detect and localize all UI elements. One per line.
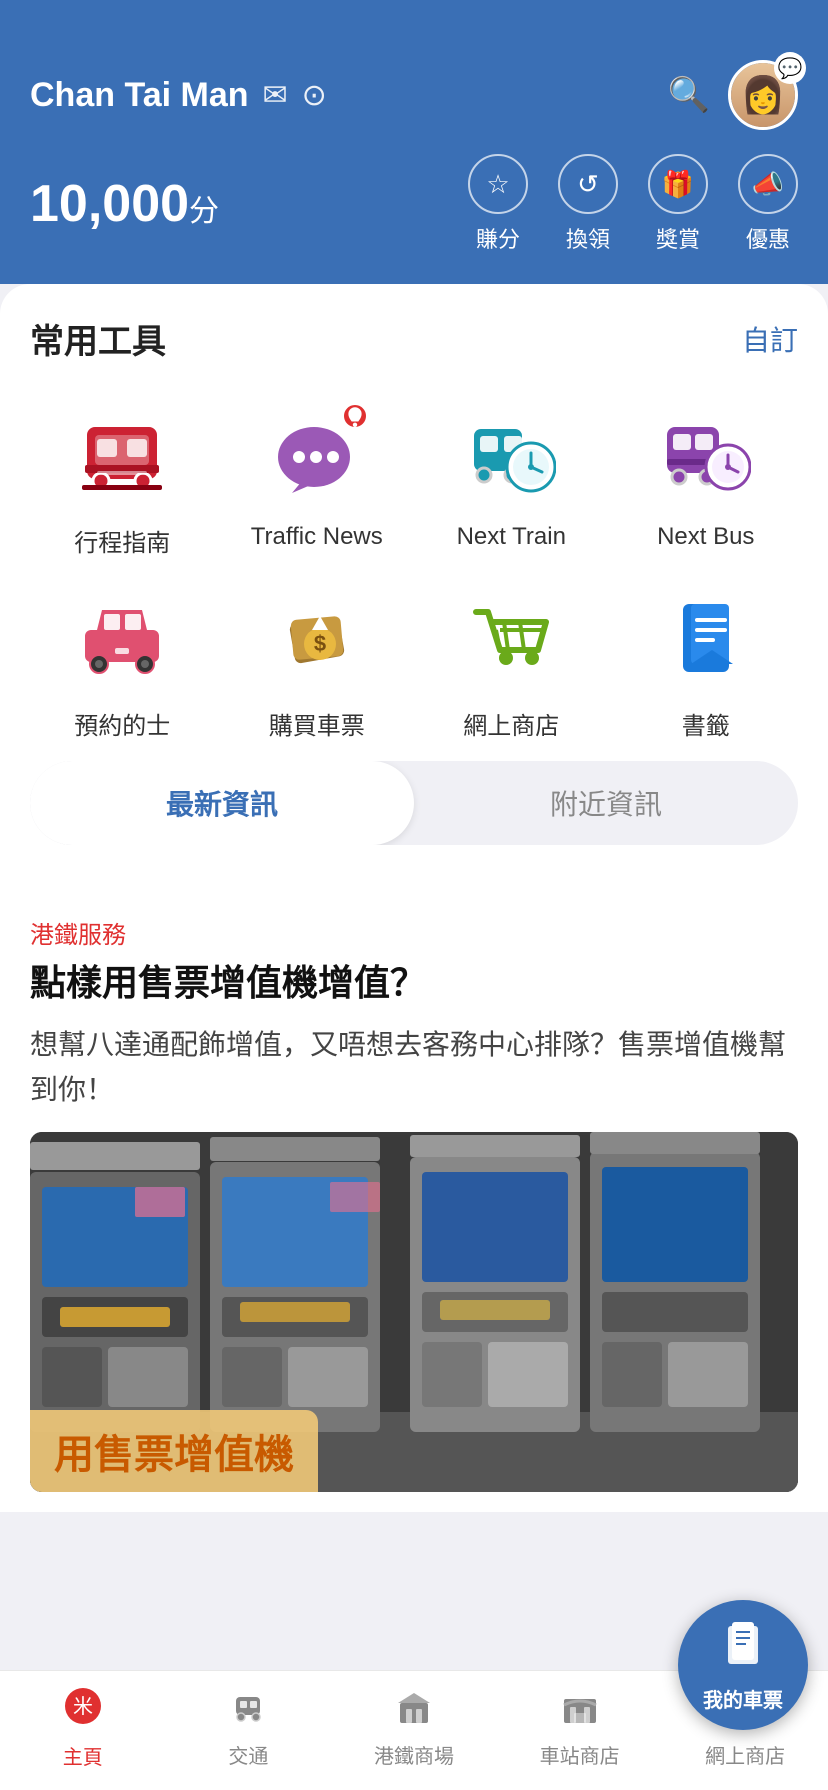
rewards-icon: 🎁 (648, 154, 708, 214)
news-category: 港鐵服務 (30, 915, 798, 950)
customize-button[interactable]: 自訂 (742, 319, 798, 359)
floating-ticket-button[interactable]: 我的車票 (678, 1600, 808, 1730)
tool-traffic-news[interactable]: Traffic News (225, 399, 410, 558)
nav-transport[interactable]: 交通 (166, 1689, 332, 1769)
next-bus-icon-wrap (651, 399, 761, 509)
quick-actions: ☆ 賺分 ↺ 換領 🎁 獎賞 📣 優惠 (468, 154, 798, 254)
header-top: Chan Tai Man ✉ ⊙ 🔍 👩 💬 (30, 60, 798, 130)
news-description: 想幫八達通配飾增值，又唔想去客務中心排隊？售票增值機幫到你！ (30, 1023, 798, 1113)
tools-title: 常用工具 (30, 314, 166, 363)
news-image-overlay: 用售票增值機 (30, 1410, 318, 1492)
points-section: 10,000分 ☆ 賺分 ↺ 換領 🎁 獎賞 📣 優惠 (30, 154, 798, 254)
news-title: 點樣用售票增值機增值？ (30, 960, 798, 1007)
nav-transport-label: 交通 (228, 1740, 268, 1769)
earn-points-action[interactable]: ☆ 賺分 (468, 154, 528, 254)
nav-home-label: 主頁 (63, 1741, 103, 1770)
rewards-action[interactable]: 🎁 獎賞 (648, 154, 708, 254)
ticket-icon (718, 1618, 768, 1678)
journey-icon-wrap (67, 399, 177, 509)
earn-label: 賺分 (476, 222, 520, 254)
news-section: 港鐵服務 點樣用售票增值機增值？ 想幫八達通配飾增值，又唔想去客務中心排隊？售票… (0, 895, 828, 1512)
bookmarks-icon-wrap (651, 582, 761, 692)
mail-icon[interactable]: ✉ (263, 78, 288, 113)
station-shop-icon (562, 1689, 598, 1734)
redeem-action[interactable]: ↺ 換領 (558, 154, 618, 254)
mtr-mall-icon (396, 1689, 432, 1734)
redeem-label: 換領 (566, 222, 610, 254)
nav-mtr-mall[interactable]: 港鐵商場 (331, 1689, 497, 1769)
next-train-icon (466, 409, 556, 499)
tool-journey[interactable]: 行程指南 (30, 399, 215, 558)
news-image-text: 用售票增值機 (54, 1433, 294, 1477)
taxi-label: 預約的士 (74, 706, 170, 741)
tool-online-shop[interactable]: 網上商店 (419, 582, 604, 741)
tools-grid: 行程指南 Traffic News (30, 399, 798, 741)
points-number: 10,000 (30, 175, 189, 233)
nav-online-shop-label: 網上商店 (705, 1740, 785, 1769)
notification-badge (342, 403, 368, 429)
nav-station-shop[interactable]: 車站商店 (497, 1689, 663, 1769)
buy-ticket-icon-wrap: $ (262, 582, 372, 692)
bookmarks-icon (661, 592, 751, 682)
tool-taxi[interactable]: 預約的士 (30, 582, 215, 741)
tool-next-bus[interactable]: Next Bus (614, 399, 799, 558)
traffic-news-icon-wrap (262, 399, 372, 509)
redeem-icon: ↺ (558, 154, 618, 214)
avatar-container[interactable]: 👩 💬 (728, 60, 798, 130)
offers-icon: 📣 (738, 154, 798, 214)
news-tabs: 最新資訊 附近資訊 (30, 761, 798, 845)
tools-header: 常用工具 自訂 (30, 314, 798, 363)
journey-label: 行程指南 (74, 523, 170, 558)
journey-icon (77, 409, 167, 499)
user-info: Chan Tai Man ✉ ⊙ (30, 76, 327, 115)
online-shop-icon-wrap (456, 582, 566, 692)
online-shop-icon (466, 592, 556, 682)
header-right-actions: 🔍 👩 💬 (668, 60, 798, 130)
home-icon: 米 (64, 1687, 102, 1735)
rewards-label: 獎賞 (656, 222, 700, 254)
points-display: 10,000分 (30, 174, 219, 234)
header-section: Chan Tai Man ✉ ⊙ 🔍 👩 💬 10,000分 ☆ 賺分 (0, 0, 828, 284)
tab-nearby[interactable]: 附近資訊 (414, 761, 798, 845)
earn-icon: ☆ (468, 154, 528, 214)
svg-text:$: $ (314, 631, 326, 656)
taxi-icon (77, 592, 167, 682)
tool-buy-ticket[interactable]: $ 購買車票 (225, 582, 410, 741)
offers-action[interactable]: 📣 優惠 (738, 154, 798, 254)
tool-next-train[interactable]: Next Train (419, 399, 604, 558)
search-icon[interactable]: 🔍 (668, 75, 710, 115)
next-train-icon-wrap (456, 399, 566, 509)
profile-icon[interactable]: ⊙ (302, 78, 327, 113)
bookmarks-label: 書籤 (682, 706, 730, 741)
transport-icon (230, 1689, 266, 1734)
nav-home[interactable]: 米 主頁 (0, 1687, 166, 1770)
username: Chan Tai Man (30, 76, 249, 115)
next-train-label: Next Train (457, 523, 566, 551)
tools-card: 常用工具 自訂 行程指南 (0, 284, 828, 895)
floating-ticket-label: 我的車票 (703, 1684, 783, 1713)
online-shop-label: 網上商店 (463, 706, 559, 741)
points-unit: 分 (189, 195, 219, 228)
chat-badge: 💬 (774, 52, 806, 84)
traffic-news-label: Traffic News (251, 523, 383, 551)
news-image[interactable]: 用售票增值機 (30, 1132, 798, 1492)
nav-mtr-mall-label: 港鐵商場 (374, 1740, 454, 1769)
offers-label: 優惠 (746, 222, 790, 254)
next-bus-label: Next Bus (657, 523, 754, 551)
svg-text:米: 米 (73, 1695, 93, 1718)
buy-ticket-icon: $ (272, 592, 362, 682)
taxi-icon-wrap (67, 582, 177, 692)
tool-bookmarks[interactable]: 書籤 (614, 582, 799, 741)
nav-station-shop-label: 車站商店 (540, 1740, 620, 1769)
buy-ticket-label: 購買車票 (269, 706, 365, 741)
points-value: 10,000分 (30, 175, 219, 233)
next-bus-icon (661, 409, 751, 499)
tab-latest[interactable]: 最新資訊 (30, 761, 414, 845)
